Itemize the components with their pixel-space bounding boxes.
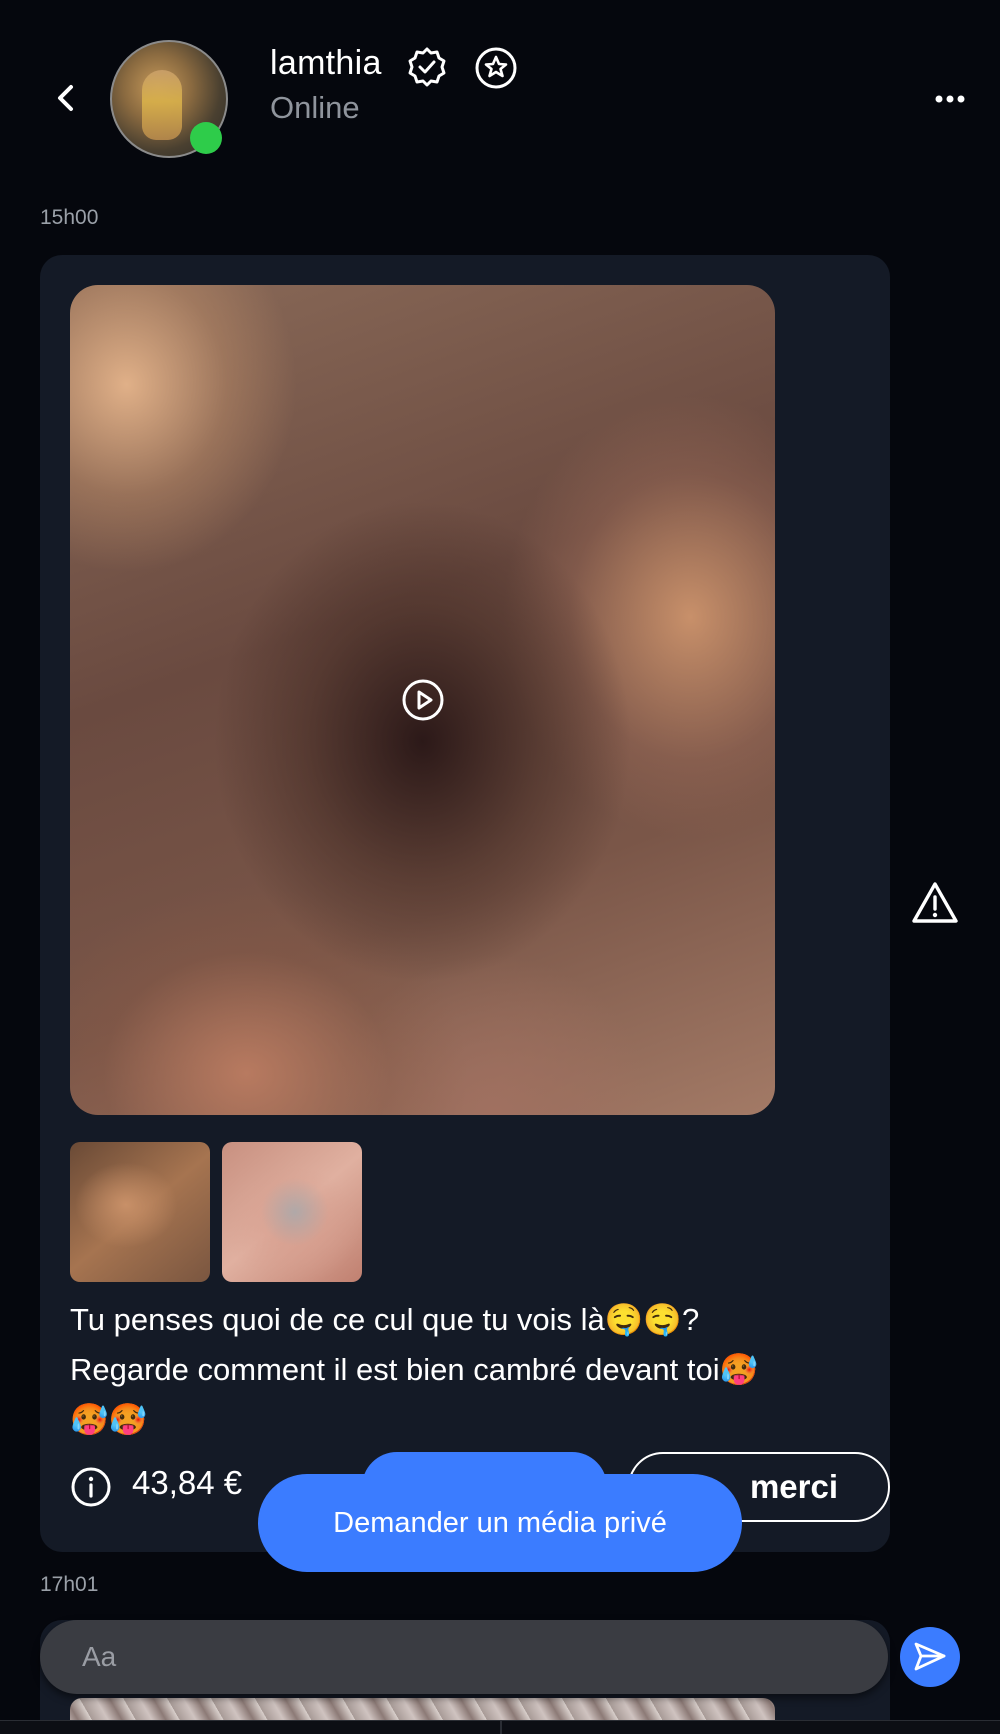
play-icon[interactable] <box>401 678 445 722</box>
request-private-media-button[interactable]: Demander un média privé <box>258 1474 742 1572</box>
media-thumbnail[interactable] <box>222 1142 362 1282</box>
verified-icon <box>408 47 446 87</box>
back-arrow-icon <box>58 85 73 111</box>
star-icon[interactable] <box>474 46 518 90</box>
message-bubble: Tu penses quoi de ce cul que tu vois là🤤… <box>40 255 890 1552</box>
message-composer <box>40 1620 888 1694</box>
blurred-video-preview[interactable] <box>70 285 775 1115</box>
thanks-label: merci <box>749 1468 839 1505</box>
send-button[interactable] <box>900 1627 960 1687</box>
message-caption: Tu penses quoi de ce cul que tu vois là🤤… <box>70 1295 850 1445</box>
online-status: Online <box>270 90 360 125</box>
bottom-bar <box>0 1720 1000 1734</box>
chat-screen: lamthia Online 15h00 Tu penses quoi de c… <box>0 0 1000 1734</box>
more-icon <box>935 95 965 103</box>
media-thumbnail[interactable] <box>70 1142 210 1282</box>
message-timestamp: 17h01 <box>40 1573 99 1596</box>
send-icon <box>914 1642 946 1671</box>
caption-line: 🥵🥵 <box>70 1402 148 1437</box>
back-button[interactable] <box>44 76 88 120</box>
warning-icon[interactable] <box>910 880 960 926</box>
info-icon[interactable] <box>70 1466 112 1508</box>
message-timestamp: 15h00 <box>40 206 99 229</box>
chat-header: lamthia Online <box>0 0 1000 190</box>
caption-line: Regarde comment il est bien cambré devan… <box>70 1352 759 1387</box>
username[interactable]: lamthia <box>270 44 382 83</box>
online-indicator <box>190 122 222 154</box>
message-input[interactable] <box>40 1620 888 1694</box>
media-price: 43,84 € <box>132 1464 243 1501</box>
caption-line: Tu penses quoi de ce cul que tu vois là🤤… <box>70 1302 700 1337</box>
more-button[interactable] <box>930 84 970 114</box>
